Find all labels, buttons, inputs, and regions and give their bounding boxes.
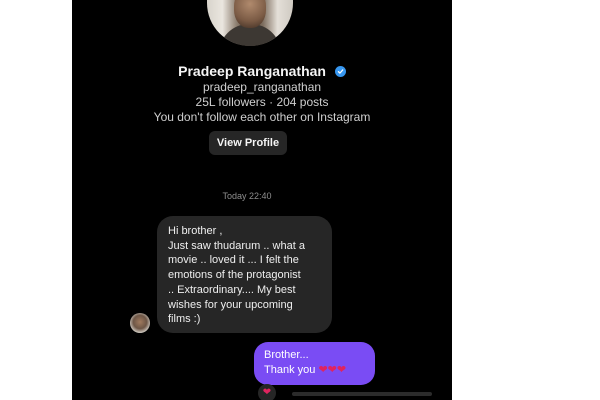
message-line: films :) [168, 313, 201, 326]
message-line: .. Extraordinary.... My best [168, 283, 296, 296]
message-line: emotions of the protagonist [168, 269, 301, 282]
message-line: movie .. loved it ... I felt the [168, 254, 299, 267]
heart-emoji-icon: ❤❤❤ [318, 364, 347, 376]
follow-status-note: You don't follow each other on Instagram [153, 110, 371, 124]
outgoing-message-bubble[interactable]: Brother... Thank you ❤❤❤ [254, 342, 375, 385]
partial-content-bar [292, 392, 432, 396]
profile-name-row: Pradeep Ranganathan [72, 63, 452, 79]
message-line: Hi brother , [168, 225, 223, 237]
heart-reaction-icon[interactable]: ❤ [258, 384, 276, 400]
outgoing-text: Thank you [264, 364, 316, 376]
message-timestamp: Today 22:40 [222, 191, 272, 201]
profile-avatar[interactable] [207, 0, 293, 46]
incoming-message-bubble[interactable]: Hi brother , Just saw thudarum .. what a… [157, 216, 332, 333]
message-line: Just saw thudarum .. what a [168, 239, 305, 252]
profile-handle: pradeep_ranganathan [202, 80, 322, 94]
profile-stats: 25L followers · 204 posts [195, 95, 329, 109]
sender-avatar[interactable] [130, 313, 150, 333]
verified-badge-icon [334, 65, 346, 77]
outgoing-line-1: Brother... [264, 349, 309, 361]
outgoing-line-2: Thank you ❤❤❤ [264, 363, 365, 378]
chat-screen: Pradeep Ranganathan pradeep_ranganathan … [72, 0, 452, 400]
view-profile-button[interactable]: View Profile [209, 131, 287, 155]
profile-name: Pradeep Ranganathan [178, 63, 326, 79]
avatar-face [234, 0, 266, 28]
message-line: wishes for your upcoming [168, 298, 293, 311]
